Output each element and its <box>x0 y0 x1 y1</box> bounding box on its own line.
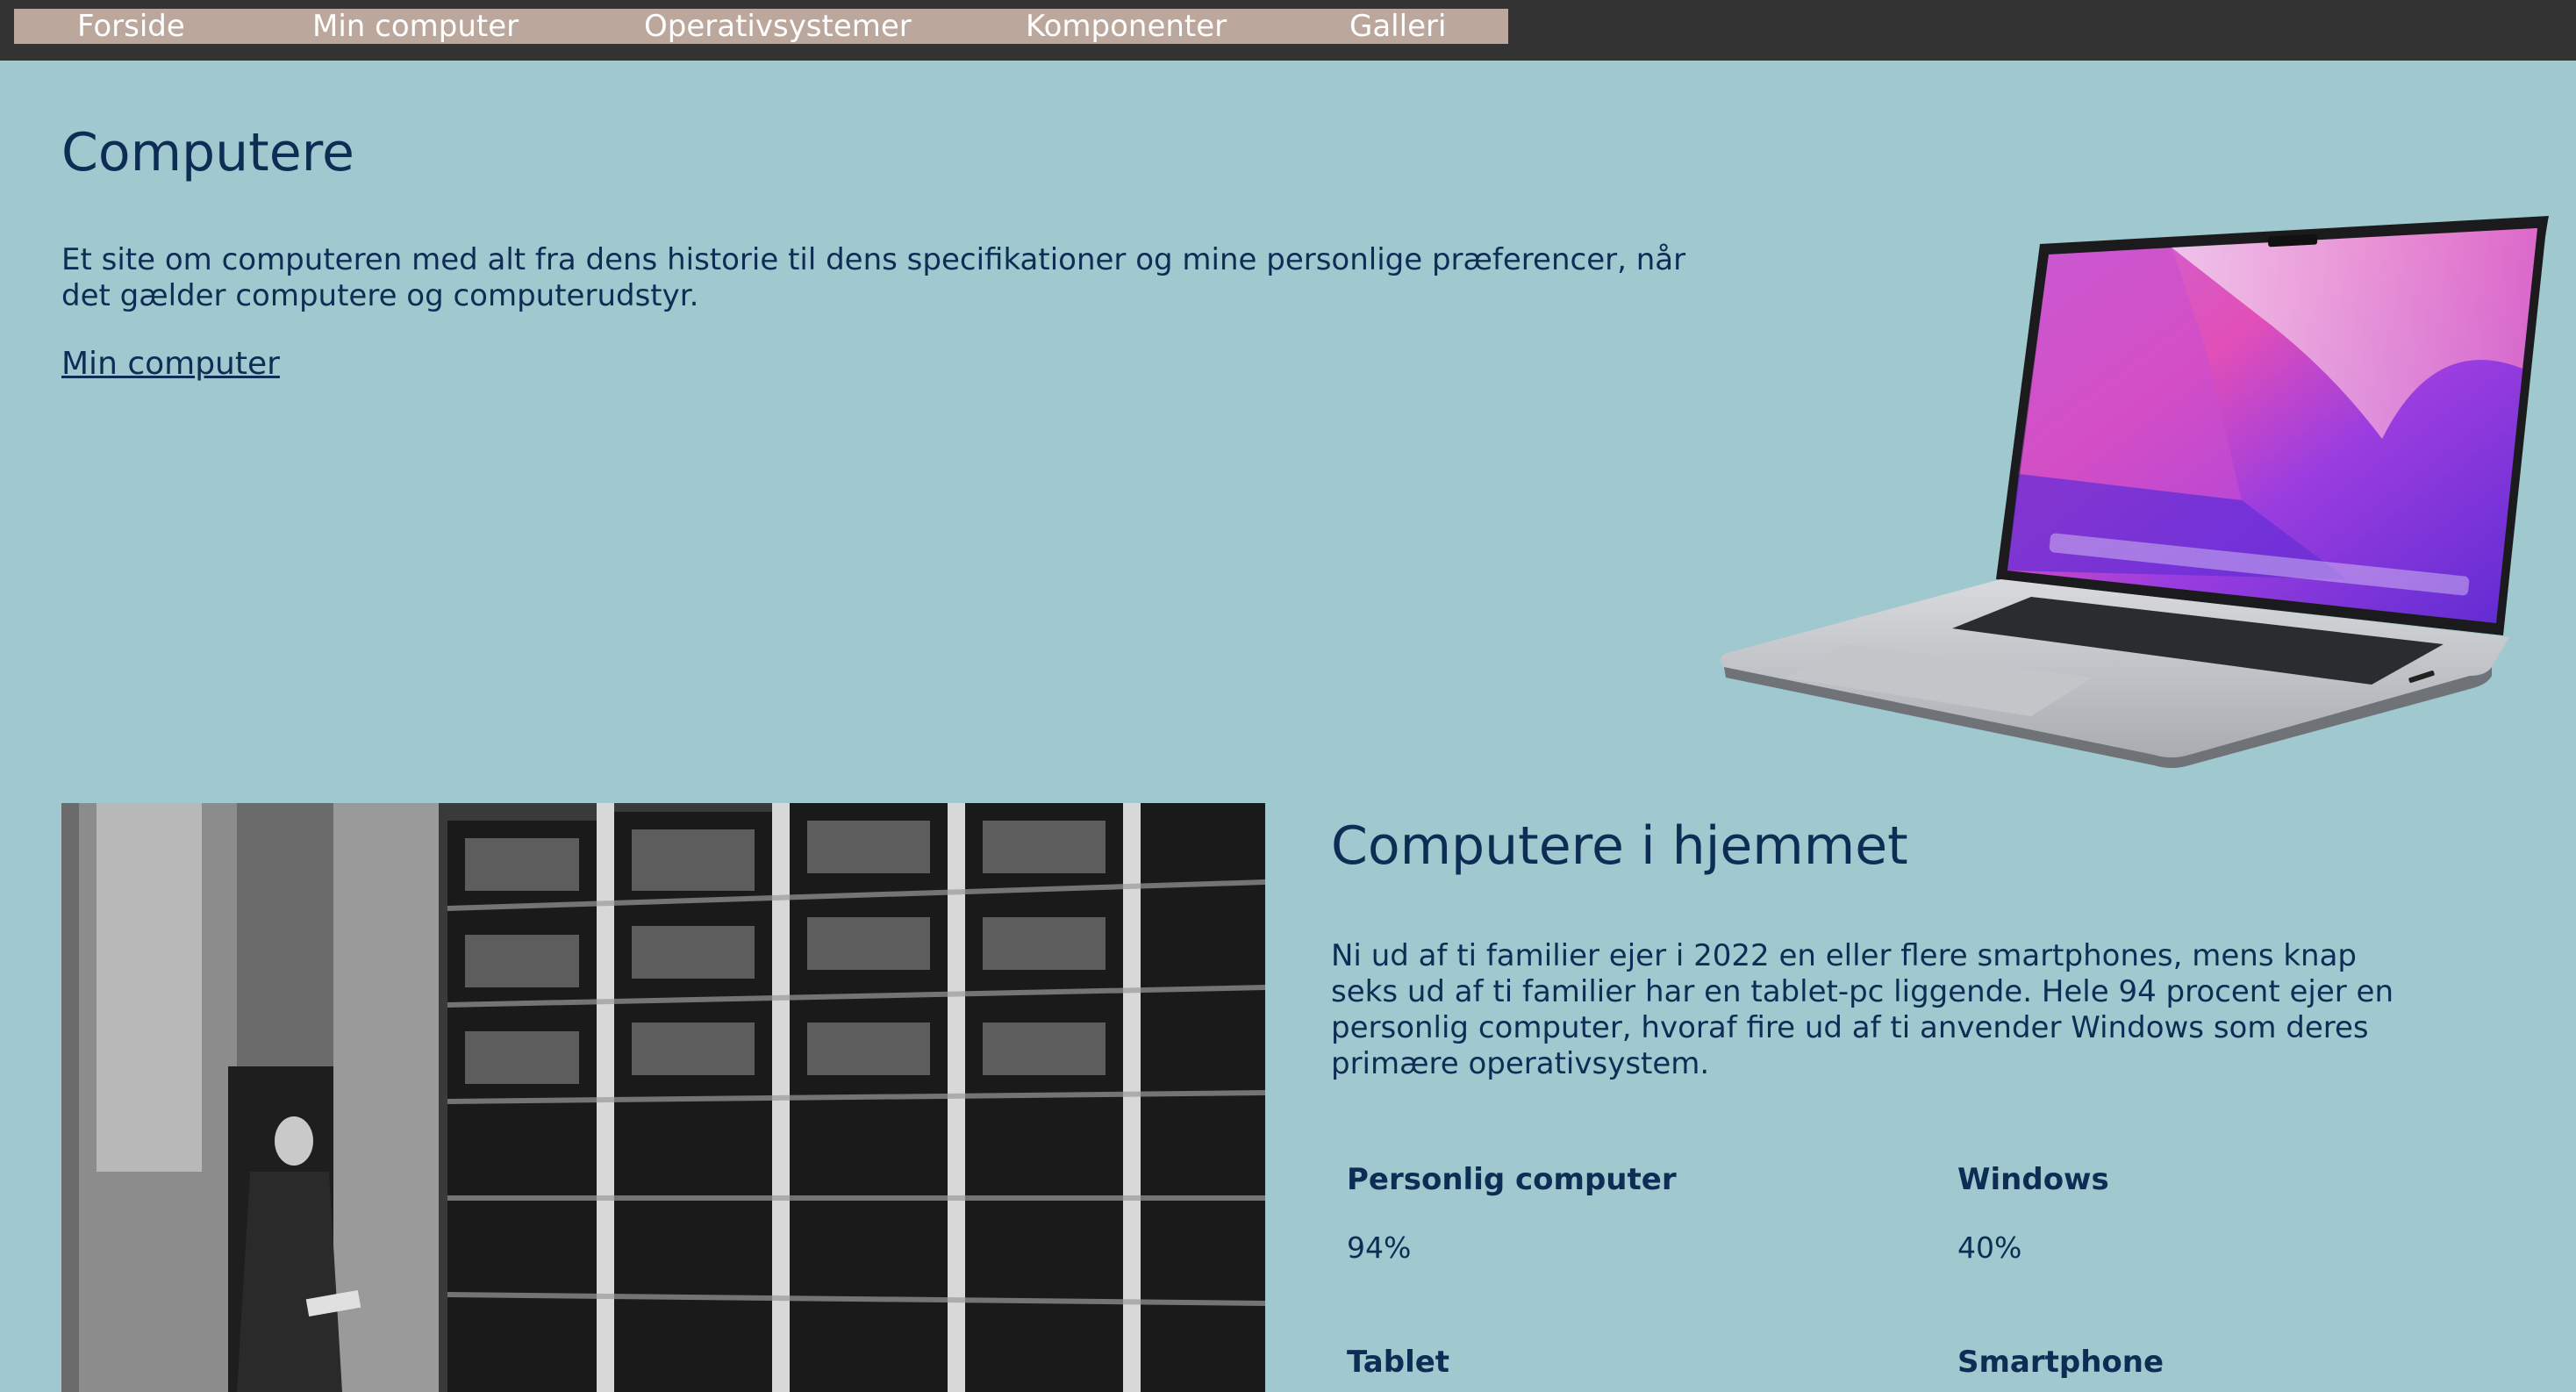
nav-item-galleri[interactable]: Galleri <box>1349 9 1446 44</box>
stat-value-pc: 94% <box>1347 1231 1412 1265</box>
stat-value-windows: 40% <box>1957 1231 2022 1265</box>
min-computer-link[interactable]: Min computer <box>61 346 280 382</box>
nav-item-komponenter[interactable]: Komponenter <box>1026 9 1227 44</box>
stat-label-windows: Windows <box>1957 1162 2109 1197</box>
home-section-text: Ni ud af ti familier ejer i 2022 en elle… <box>1331 938 2394 1081</box>
top-bar: Forside Min computer Operativsystemer Ko… <box>0 0 2576 61</box>
main-nav: Forside Min computer Operativsystemer Ko… <box>14 9 1508 44</box>
nav-item-forside[interactable]: Forside <box>77 9 185 44</box>
page-title: Computere <box>61 122 354 183</box>
laptop-image <box>1721 216 2549 768</box>
stat-label-tablet: Tablet <box>1347 1345 1450 1380</box>
home-section-title: Computere i hjemmet <box>1331 815 1908 877</box>
mainframe-photo <box>61 803 1265 1392</box>
stat-label-pc: Personlig computer <box>1347 1162 1677 1197</box>
stat-label-smartphone: Smartphone <box>1957 1345 2165 1380</box>
nav-item-operativsystemer[interactable]: Operativsystemer <box>644 9 912 44</box>
intro-text: Et site om computeren med alt fra dens h… <box>61 242 1686 313</box>
nav-item-min-computer[interactable]: Min computer <box>312 9 519 44</box>
